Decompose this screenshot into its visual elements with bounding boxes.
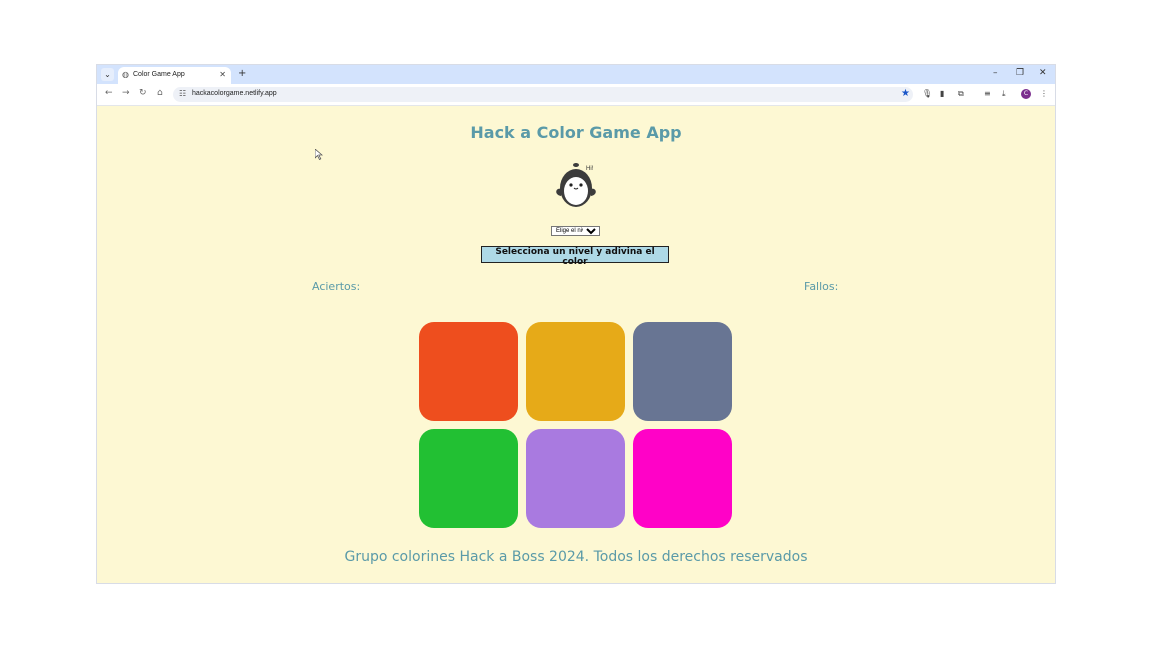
mouse-cursor-icon	[315, 149, 323, 160]
level-select[interactable]: Elige el nivel	[551, 226, 600, 236]
mascot-bubble-text: Hi!	[586, 166, 594, 172]
aciertos-label: Aciertos:	[312, 280, 361, 293]
new-tab-icon[interactable]: +	[238, 68, 246, 79]
download-icon[interactable]: ⤓	[1002, 89, 1006, 99]
bookmark-star-icon[interactable]: ★	[901, 88, 910, 99]
reading-list-icon[interactable]: ≡	[984, 89, 991, 98]
extension-icon[interactable]: ▮	[940, 89, 944, 98]
kebab-menu-icon[interactable]: ⋮	[1040, 89, 1048, 98]
fallos-label: Fallos:	[804, 280, 839, 293]
site-settings-icon[interactable]: ☷	[179, 89, 186, 98]
puzzle-icon[interactable]: ⧉	[958, 89, 964, 99]
page-title: Hack a Color Game App	[470, 123, 682, 142]
globe-icon: ◍	[122, 70, 129, 79]
color-tile[interactable]	[419, 429, 518, 528]
footer-text: Grupo colorines Hack a Boss 2024. Todos …	[344, 549, 808, 565]
color-tile[interactable]	[633, 322, 732, 421]
forward-icon[interactable]: →	[122, 88, 130, 98]
start-game-button[interactable]: Selecciona un nivel y adivina el color	[481, 246, 669, 267]
color-tile[interactable]	[633, 429, 732, 528]
color-tile[interactable]	[526, 429, 625, 528]
color-tile[interactable]	[526, 322, 625, 421]
browser-toolbar: ← → ↻ ⌂ ☷ hackacolorgame.netlify.app ★ 🎙…	[97, 84, 1055, 106]
back-icon[interactable]: ←	[105, 88, 113, 98]
address-bar[interactable]: ☷ hackacolorgame.netlify.app ★	[173, 87, 913, 102]
minimize-icon[interactable]: –	[993, 68, 998, 78]
restore-icon[interactable]: ❐	[1016, 68, 1024, 78]
penguin-mascot: Hi!	[556, 163, 596, 207]
tab-search-icon[interactable]: ⌄	[101, 68, 114, 81]
close-window-icon[interactable]: ✕	[1039, 68, 1047, 78]
color-tile[interactable]	[419, 322, 518, 421]
home-icon[interactable]: ⌂	[157, 88, 163, 98]
url-text: hackacolorgame.netlify.app	[192, 90, 277, 97]
browser-window: ⌄ ◍ Color Game App ✕ + – ❐ ✕ ← → ↻ ⌂ ☷ h…	[97, 65, 1055, 583]
app-page: Hack a Color Game App Hi! Elige el nivel…	[97, 106, 1055, 583]
close-tab-icon[interactable]: ✕	[219, 70, 226, 79]
reload-icon[interactable]: ↻	[139, 88, 147, 98]
microphone-icon[interactable]: 🎙	[922, 89, 932, 98]
profile-avatar[interactable]: C	[1021, 89, 1031, 99]
tab-title: Color Game App	[133, 71, 185, 78]
browser-tab[interactable]: ◍ Color Game App ✕	[118, 67, 231, 84]
tab-bar: ⌄ ◍ Color Game App ✕ + – ❐ ✕	[97, 65, 1055, 84]
